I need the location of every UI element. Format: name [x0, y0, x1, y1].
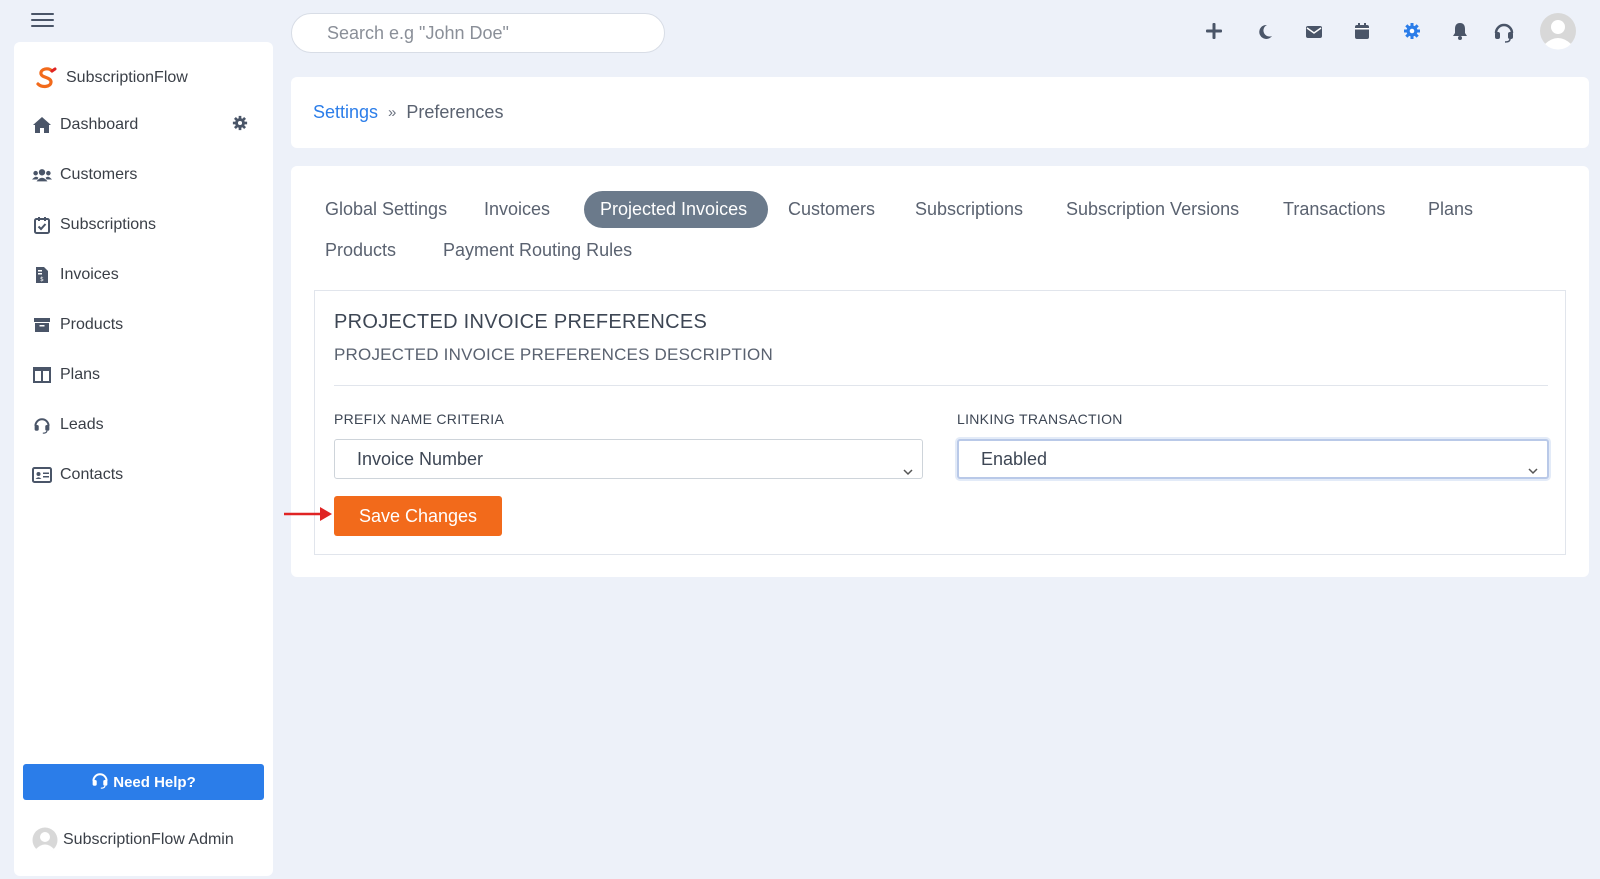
sidebar-item-invoices[interactable]: $ Invoices — [32, 260, 257, 290]
svg-text:$: $ — [40, 276, 44, 283]
moon-icon[interactable] — [1256, 23, 1276, 43]
calendar-icon[interactable] — [1354, 22, 1374, 42]
preferences-card: Global Settings Invoices Projected Invoi… — [291, 166, 1589, 577]
admin-profile[interactable]: SubscriptionFlow Admin — [32, 827, 234, 853]
sidebar-item-label: Customers — [60, 166, 138, 183]
sidebar-item-customers[interactable]: Customers — [32, 160, 257, 190]
admin-avatar-icon — [32, 827, 58, 853]
sidebar-item-dashboard[interactable]: Dashboard — [32, 110, 257, 140]
id-card-icon — [32, 465, 52, 485]
need-help-button[interactable]: Need Help? — [23, 764, 264, 800]
archive-icon — [32, 315, 52, 335]
sidebar-item-label: Invoices — [60, 266, 119, 283]
linking-transaction-select[interactable]: Enabled — [957, 439, 1549, 479]
tab-plans[interactable]: Plans — [1412, 191, 1489, 228]
headset-icon — [91, 771, 109, 793]
tab-payment-routing-rules[interactable]: Payment Routing Rules — [427, 232, 648, 269]
tab-invoices[interactable]: Invoices — [468, 191, 566, 228]
envelope-icon[interactable] — [1305, 24, 1325, 44]
avatar[interactable] — [1539, 12, 1577, 50]
search-input[interactable] — [291, 13, 665, 53]
invoice-icon: $ — [32, 265, 52, 285]
prefix-name-criteria-select[interactable]: Invoice Number — [334, 439, 923, 479]
home-icon — [32, 115, 52, 135]
breadcrumb-settings-link[interactable]: Settings — [313, 102, 378, 123]
panel-title: PROJECTED INVOICE PREFERENCES — [334, 311, 708, 333]
prefix-name-criteria-label: PREFIX NAME CRITERIA — [334, 411, 505, 427]
breadcrumb-current: Preferences — [406, 102, 504, 122]
sidebar-item-leads[interactable]: Leads — [32, 410, 257, 440]
plus-icon[interactable] — [1204, 21, 1224, 41]
prefix-name-criteria-value: Invoice Number — [357, 449, 484, 469]
chevron-down-icon — [1527, 453, 1539, 489]
tab-transactions[interactable]: Transactions — [1267, 191, 1401, 228]
brand-logo-icon — [36, 67, 57, 89]
sidebar-item-contacts[interactable]: Contacts — [32, 460, 257, 490]
projected-invoice-preferences-panel: PROJECTED INVOICE PREFERENCES PROJECTED … — [314, 290, 1566, 555]
users-icon — [32, 165, 52, 185]
headset-icon[interactable] — [1493, 21, 1514, 43]
linking-transaction-label: LINKING TRANSACTION — [957, 411, 1123, 427]
headset-icon — [32, 415, 52, 435]
sidebar-item-label: Products — [60, 316, 124, 333]
menu-toggle-icon[interactable] — [31, 13, 54, 28]
sidebar: SubscriptionFlow Dashboard Customers Sub… — [14, 42, 273, 876]
divider — [334, 385, 1548, 386]
tab-customers[interactable]: Customers — [772, 191, 891, 228]
save-changes-button[interactable]: Save Changes — [334, 496, 502, 536]
gear-icon[interactable] — [1403, 22, 1423, 42]
sidebar-item-label: Plans — [60, 366, 101, 383]
sidebar-item-products[interactable]: Products — [32, 310, 257, 340]
chevron-down-icon — [902, 453, 914, 491]
bell-icon[interactable] — [1451, 21, 1471, 41]
sidebar-item-subscriptions[interactable]: Subscriptions — [32, 210, 257, 240]
admin-name: SubscriptionFlow Admin — [63, 831, 234, 848]
sidebar-item-label: Leads — [60, 416, 104, 433]
breadcrumb-separator: » — [388, 104, 397, 121]
gear-icon[interactable] — [232, 115, 248, 136]
sidebar-item-label: Contacts — [60, 466, 124, 483]
tab-subscription-versions[interactable]: Subscription Versions — [1050, 191, 1255, 228]
tab-global-settings[interactable]: Global Settings — [309, 191, 463, 228]
sidebar-item-label: Subscriptions — [60, 216, 157, 233]
linking-transaction-value: Enabled — [981, 449, 1048, 469]
brand-name: SubscriptionFlow — [66, 69, 188, 86]
sidebar-item-plans[interactable]: Plans — [32, 360, 257, 390]
sidebar-item-label: Dashboard — [60, 116, 139, 133]
tab-subscriptions[interactable]: Subscriptions — [899, 191, 1039, 228]
tab-projected-invoices[interactable]: Projected Invoices — [584, 191, 768, 228]
brand[interactable]: SubscriptionFlow — [34, 66, 188, 90]
panel-description: PROJECTED INVOICE PREFERENCES DESCRIPTIO… — [334, 345, 773, 364]
tab-products[interactable]: Products — [309, 232, 412, 269]
calendar-check-icon — [32, 215, 52, 235]
need-help-label: Need Help? — [113, 773, 196, 791]
columns-icon — [32, 365, 52, 385]
annotation-arrow-icon — [284, 505, 334, 528]
breadcrumb: Settings » Preferences — [291, 77, 1589, 148]
